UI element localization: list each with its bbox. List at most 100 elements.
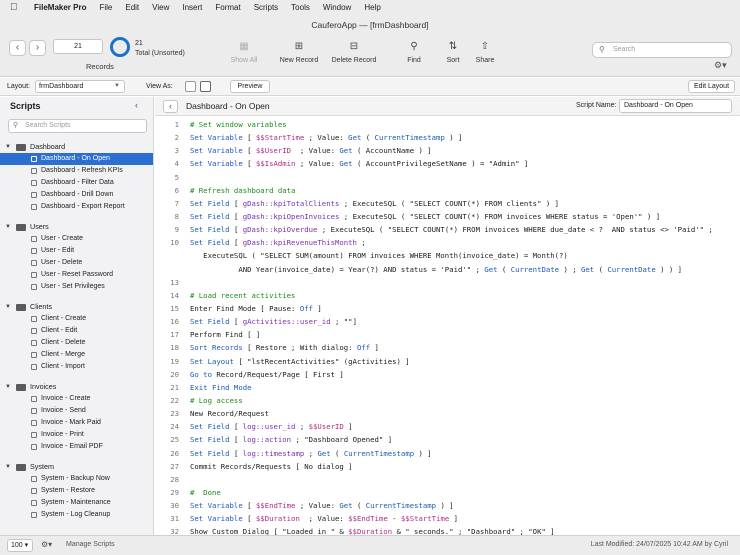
script-step[interactable]: 13 bbox=[155, 276, 740, 289]
menu-app-name[interactable]: FileMaker Pro bbox=[34, 3, 86, 12]
script-item[interactable]: User - Edit bbox=[0, 245, 153, 257]
zoom-select[interactable]: 100 ▾ bbox=[7, 539, 33, 552]
script-folder[interactable]: ▼ Invoices bbox=[0, 381, 153, 393]
settings-gear-icon[interactable]: ⚙▾ bbox=[714, 60, 727, 71]
script-step[interactable]: 1 # Set window variables bbox=[155, 118, 740, 131]
menu-file[interactable]: File bbox=[99, 3, 112, 12]
script-step[interactable]: 17 Perform Find [ ] bbox=[155, 328, 740, 341]
sort-button[interactable]: ⇅ Sort bbox=[442, 41, 464, 64]
menu-tools[interactable]: Tools bbox=[291, 3, 310, 12]
script-step[interactable]: 29 # Done bbox=[155, 486, 740, 499]
script-step[interactable]: 19 Set Layout [ "lstRecentActivities" (gA… bbox=[155, 355, 740, 368]
script-item[interactable]: Dashboard - Drill Down bbox=[0, 189, 153, 201]
apple-icon[interactable]:  bbox=[10, 2, 24, 13]
script-step[interactable]: 30 Set Variable [ $$EndTime ; Value: Get … bbox=[155, 499, 740, 512]
menu-view[interactable]: View bbox=[152, 3, 169, 12]
disclosure-triangle-icon[interactable]: ▼ bbox=[5, 141, 11, 153]
script-folder[interactable]: ▼ Dashboard bbox=[0, 141, 153, 153]
script-item[interactable]: User - Set Privileges bbox=[0, 281, 153, 293]
layout-bar: Layout: frmDashboard ▼ View As: Preview … bbox=[0, 78, 740, 96]
script-item[interactable]: Invoice - Email PDF bbox=[0, 441, 153, 453]
script-step[interactable]: 15 Enter Find Mode [ Pause: Off ] bbox=[155, 302, 740, 315]
script-step[interactable]: 28 bbox=[155, 473, 740, 486]
list-view-icon[interactable] bbox=[200, 81, 211, 92]
script-item[interactable]: User - Delete bbox=[0, 257, 153, 269]
menu-insert[interactable]: Insert bbox=[182, 3, 202, 12]
previous-record-button[interactable]: ‹ bbox=[9, 40, 26, 56]
disclosure-triangle-icon[interactable]: ▼ bbox=[5, 461, 11, 473]
script-step[interactable]: 10 Set Field [ gDash::kpiRevenueThisMonth… bbox=[155, 236, 740, 249]
preview-button[interactable]: Preview bbox=[230, 80, 270, 93]
script-item[interactable]: Client - Import bbox=[0, 361, 153, 373]
disclosure-triangle-icon[interactable]: ▼ bbox=[5, 301, 11, 313]
script-item[interactable]: User - Create bbox=[0, 233, 153, 245]
script-item[interactable]: Invoice - Create bbox=[0, 393, 153, 405]
script-step[interactable]: 31 Set Variable [ $$Duration ; Value: $$E… bbox=[155, 512, 740, 525]
script-name-input[interactable]: Dashboard - On Open bbox=[619, 99, 732, 113]
disclosure-triangle-icon[interactable]: ▼ bbox=[5, 221, 11, 233]
find-button[interactable]: ⚲ Find bbox=[403, 41, 425, 64]
script-item[interactable]: Dashboard - Filter Data bbox=[0, 177, 153, 189]
current-record-field[interactable]: 21 bbox=[53, 39, 103, 54]
script-item[interactable]: System - Log Cleanup bbox=[0, 509, 153, 521]
script-item[interactable]: Dashboard - On Open bbox=[0, 153, 153, 165]
script-folder[interactable]: ▼ Users bbox=[0, 221, 153, 233]
script-step[interactable]: 20 Go to Record/Request/Page [ First ] bbox=[155, 368, 740, 381]
layout-select[interactable]: frmDashboard ▼ bbox=[35, 80, 125, 93]
form-view-icon[interactable] bbox=[185, 81, 196, 92]
script-step[interactable]: 23 New Record/Request bbox=[155, 407, 740, 420]
quick-find-input[interactable]: ⚲ Search bbox=[592, 42, 732, 58]
script-step[interactable]: 27 Commit Records/Requests [ No dialog ] bbox=[155, 460, 740, 473]
new-record-button[interactable]: ⊞ New Record bbox=[276, 41, 322, 64]
script-item[interactable]: System - Backup Now bbox=[0, 473, 153, 485]
back-button[interactable]: ‹ bbox=[163, 100, 178, 113]
script-item[interactable]: System - Restore bbox=[0, 485, 153, 497]
script-step[interactable]: 7 Set Field [ gDash::kpiTotalClients ; Ex… bbox=[155, 197, 740, 210]
script-step[interactable]: 26 Set Field [ log::timestamp ; Get ( Cur… bbox=[155, 447, 740, 460]
script-item[interactable]: Invoice - Send bbox=[0, 405, 153, 417]
script-item[interactable]: Invoice - Print bbox=[0, 429, 153, 441]
menu-help[interactable]: Help bbox=[364, 3, 380, 12]
collapse-sidebar-icon[interactable]: ‹ bbox=[135, 100, 138, 110]
menu-format[interactable]: Format bbox=[215, 3, 240, 12]
gear-icon[interactable]: ⚙▾ bbox=[41, 540, 52, 549]
next-record-button[interactable]: › bbox=[29, 40, 46, 56]
script-step[interactable]: 25 Set Field [ log::action ; "Dashboard O… bbox=[155, 433, 740, 446]
delete-record-button[interactable]: ⊟ Delete Record bbox=[328, 41, 380, 64]
script-item[interactable]: Client - Edit bbox=[0, 325, 153, 337]
script-item[interactable]: Client - Create bbox=[0, 313, 153, 325]
share-button[interactable]: ⇧ Share bbox=[473, 41, 497, 64]
script-step[interactable]: 4 Set Variable [ $$IsAdmin ; Value: Get (… bbox=[155, 157, 740, 170]
script-step[interactable]: 5 bbox=[155, 171, 740, 184]
script-step[interactable]: 8 Set Field [ gDash::kpiOpenInvoices ; Ex… bbox=[155, 210, 740, 223]
script-step[interactable]: 22 # Log access bbox=[155, 394, 740, 407]
script-item[interactable]: Dashboard - Refresh KPIs bbox=[0, 165, 153, 177]
manage-scripts-link[interactable]: Manage Scripts bbox=[66, 541, 115, 548]
script-item[interactable]: Client - Merge bbox=[0, 349, 153, 361]
menu-window[interactable]: Window bbox=[323, 3, 351, 12]
script-step[interactable]: 6 # Refresh dashboard data bbox=[155, 184, 740, 197]
disclosure-triangle-icon[interactable]: ▼ bbox=[5, 381, 11, 393]
script-step[interactable]: 14 # Load recent activities bbox=[155, 289, 740, 302]
script-step[interactable]: 21 Exit Find Mode bbox=[155, 381, 740, 394]
script-item[interactable]: System - Maintenance bbox=[0, 497, 153, 509]
script-step[interactable]: ExecuteSQL ( "SELECT SUM(amount) FROM in… bbox=[155, 249, 740, 262]
script-step[interactable]: 24 Set Field [ log::user_id ; $$UserID ] bbox=[155, 420, 740, 433]
menu-edit[interactable]: Edit bbox=[125, 3, 139, 12]
script-step[interactable]: 2 Set Variable [ $$StartTime ; Value: Get… bbox=[155, 131, 740, 144]
script-item[interactable]: Dashboard - Export Report bbox=[0, 201, 153, 213]
script-step[interactable]: 3 Set Variable [ $$UserID ; Value: Get ( … bbox=[155, 144, 740, 157]
script-step[interactable]: AND Year(invoice_date) = Year(?) AND sta… bbox=[155, 263, 740, 276]
edit-layout-button[interactable]: Edit Layout bbox=[688, 80, 735, 93]
script-step[interactable]: 18 Sort Records [ Restore ; With dialog: … bbox=[155, 341, 740, 354]
script-folder[interactable]: ▼ System bbox=[0, 461, 153, 473]
script-item[interactable]: Client - Delete bbox=[0, 337, 153, 349]
script-step[interactable]: 9 Set Field [ gDash::kpiOverdue ; Execute… bbox=[155, 223, 740, 236]
script-item[interactable]: Invoice - Mark Paid bbox=[0, 417, 153, 429]
script-folder[interactable]: ▼ Clients bbox=[0, 301, 153, 313]
show-all-button[interactable]: ▦ Show All bbox=[228, 41, 260, 64]
scripts-search-input[interactable]: ⚲ Search Scripts bbox=[8, 119, 147, 133]
script-step[interactable]: 16 Set Field [ gActivities::user_id ; ""] bbox=[155, 315, 740, 328]
script-item[interactable]: User - Reset Password bbox=[0, 269, 153, 281]
menu-scripts[interactable]: Scripts bbox=[254, 3, 278, 12]
